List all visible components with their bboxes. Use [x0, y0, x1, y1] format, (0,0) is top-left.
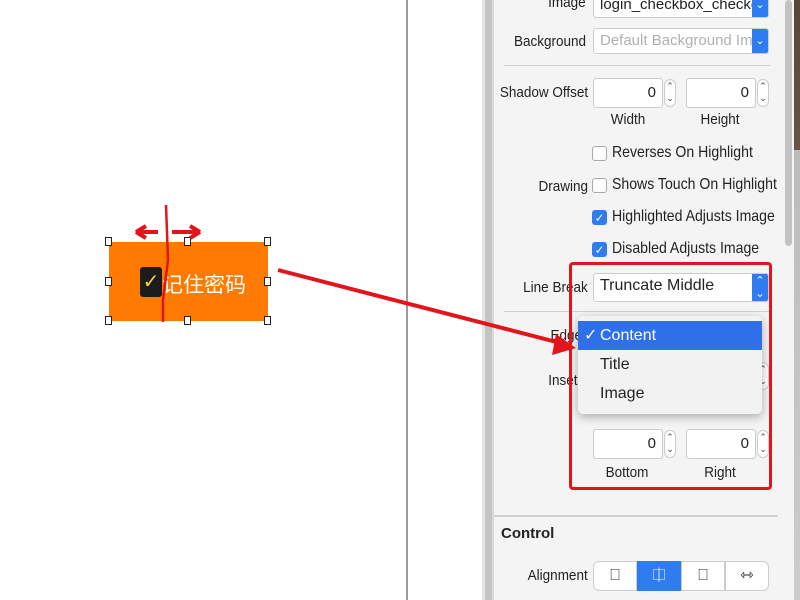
annotation-right-arrow [172, 224, 202, 240]
annotation-pointer-arrow [277, 268, 569, 347]
annotation-left-arrow [134, 224, 158, 240]
annotation-center-line [161, 204, 170, 322]
annotation-overlay [134, 204, 576, 355]
annotation-arrowhead [552, 334, 576, 355]
